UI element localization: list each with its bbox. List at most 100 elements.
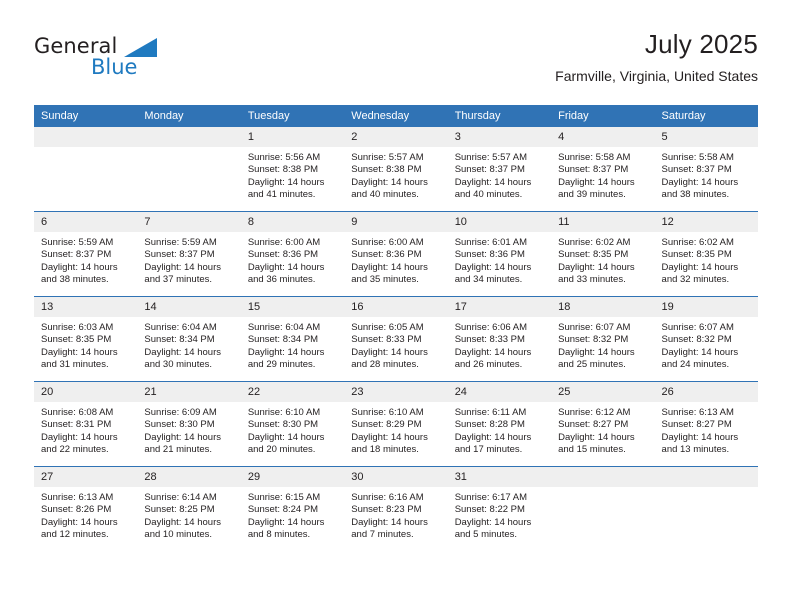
day-cell[interactable]: 20 Sunrise: 6:08 AM Sunset: 8:31 PM Dayligh… [34,381,138,467]
daylight-text-line2: and 31 minutes. [41,359,109,371]
day-cell[interactable]: 7 Sunrise: 5:59 AM Sunset: 8:37 PM Daylight… [137,211,241,297]
day-details [34,147,137,152]
day-cell[interactable]: 14 Sunrise: 6:04 AM Sunset: 8:34 PM Dayligh… [137,296,241,382]
day-number [654,467,758,487]
sunrise-text: Sunrise: 6:00 AM [351,237,424,248]
day-cell[interactable]: 9 Sunrise: 6:00 AM Sunset: 8:36 PM Daylight… [344,211,448,297]
day-details: Sunrise: 6:09 AM Sunset: 8:30 PM Daylight:… [137,402,240,457]
sunrise-text: Sunrise: 5:57 AM [454,152,528,163]
day-details [655,487,758,492]
day-cell[interactable]: 8 Sunrise: 6:00 AM Sunset: 8:36 PM Daylight… [240,211,345,297]
sunrise-text: Sunrise: 6:02 AM [661,237,734,248]
daylight-text-line2: and 7 minutes. [351,529,414,541]
day-details: Sunrise: 6:10 AM Sunset: 8:29 PM Daylight:… [344,402,447,457]
daylight-text-line2: and 34 minutes. [454,274,523,286]
day-cell[interactable]: 24 Sunrise: 6:11 AM Sunset: 8:28 PM Dayligh… [447,381,552,467]
sunrise-text: Sunrise: 5:58 AM [558,152,631,163]
daylight-text-line1: Daylight: 14 hours [454,176,532,188]
day-number: 2 [344,127,448,147]
day-details: Sunrise: 6:02 AM Sunset: 8:35 PM Daylight:… [655,232,758,287]
day-details: Sunrise: 6:14 AM Sunset: 8:25 PM Daylight:… [137,487,240,542]
day-cell[interactable]: 11 Sunrise: 6:02 AM Sunset: 8:35 PM Dayligh… [551,211,655,297]
day-number: 24 [447,382,552,402]
day-cell[interactable]: 18 Sunrise: 6:07 AM Sunset: 8:32 PM Dayligh… [551,296,655,382]
day-cell[interactable]: 16 Sunrise: 6:05 AM Sunset: 8:33 PM Dayligh… [344,296,448,382]
calendar-header-row: Sunday Monday Tuesday Wednesday Thursday… [34,105,758,127]
day-number: 21 [137,382,241,402]
day-cell[interactable]: 10 Sunrise: 6:01 AM Sunset: 8:36 PM Dayligh… [447,211,552,297]
day-cell[interactable]: 2 Sunrise: 5:57 AM Sunset: 8:38 PM Daylight… [344,127,448,212]
sunrise-text: Sunrise: 6:13 AM [661,407,734,418]
sunrise-text: Sunrise: 6:07 AM [661,322,734,333]
day-cell[interactable]: 30 Sunrise: 6:16 AM Sunset: 8:23 PM Dayligh… [344,466,448,551]
daylight-text-line1: Daylight: 14 hours [454,346,532,358]
day-cell[interactable]: 6 Sunrise: 5:59 AM Sunset: 8:37 PM Daylight… [34,211,138,297]
sunset-text: Sunset: 8:38 PM [351,164,422,176]
daylight-text-line2: and 5 minutes. [454,529,518,541]
day-cell[interactable]: 19 Sunrise: 6:07 AM Sunset: 8:32 PM Dayligh… [654,296,758,382]
daylight-text-line1: Daylight: 14 hours [144,431,221,443]
sunrise-text: Sunrise: 6:15 AM [247,492,321,503]
day-number: 15 [240,297,345,317]
sunrise-text: Sunrise: 6:02 AM [558,237,631,248]
day-cell[interactable]: 21 Sunrise: 6:09 AM Sunset: 8:30 PM Dayligh… [137,381,241,467]
daylight-text-line2: and 18 minutes. [351,444,419,456]
weekday-header-saturday: Saturday [654,105,758,127]
day-cell[interactable]: 31 Sunrise: 6:17 AM Sunset: 8:22 PM Dayligh… [447,466,552,551]
daylight-text-line2: and 20 minutes. [247,444,316,456]
daylight-text-line2: and 32 minutes. [661,274,730,286]
day-cell[interactable]: 26 Sunrise: 6:13 AM Sunset: 8:27 PM Dayligh… [654,381,758,467]
day-cell[interactable]: 5 Sunrise: 5:58 AM Sunset: 8:37 PM Daylight… [654,127,758,212]
sunrise-text: Sunrise: 6:12 AM [558,407,631,418]
day-cell[interactable]: 1 Sunrise: 5:56 AM Sunset: 8:38 PM Daylight… [240,127,345,212]
daylight-text-line1: Daylight: 14 hours [247,176,325,188]
day-number: 3 [447,127,552,147]
daylight-text-line2: and 10 minutes. [144,529,213,541]
daylight-text-line1: Daylight: 14 hours [247,516,325,528]
sunset-text: Sunset: 8:28 PM [454,419,525,431]
day-number: 18 [551,297,655,317]
day-number: 14 [137,297,241,317]
daylight-text-line1: Daylight: 14 hours [41,431,118,443]
daylight-text-line1: Daylight: 14 hours [661,346,739,358]
sunrise-sunset-calendar-table: Sunday Monday Tuesday Wednesday Thursday… [34,105,758,551]
day-number: 28 [137,467,241,487]
day-number [137,127,241,147]
day-cell[interactable]: 29 Sunrise: 6:15 AM Sunset: 8:24 PM Dayligh… [240,466,345,551]
week-row: 27 Sunrise: 6:13 AM Sunset: 8:26 PM Dayligh… [34,466,758,551]
day-cell[interactable]: 15 Sunrise: 6:04 AM Sunset: 8:34 PM Dayligh… [240,296,345,382]
day-cell[interactable] [551,466,655,551]
daylight-text-line1: Daylight: 14 hours [454,516,532,528]
day-cell[interactable]: 27 Sunrise: 6:13 AM Sunset: 8:26 PM Dayligh… [34,466,138,551]
page-subtitle: Farmville, Virginia, United States [555,68,758,84]
weekday-header-thursday: Thursday [447,105,552,127]
day-cell[interactable]: 12 Sunrise: 6:02 AM Sunset: 8:35 PM Dayligh… [654,211,758,297]
daylight-text-line2: and 15 minutes. [558,444,626,456]
daylight-text-line1: Daylight: 14 hours [351,261,428,273]
daylight-text-line1: Daylight: 14 hours [558,261,635,273]
sunrise-text: Sunrise: 6:07 AM [558,322,631,333]
sunrise-text: Sunrise: 6:04 AM [144,322,217,333]
sunset-text: Sunset: 8:34 PM [144,334,215,346]
day-cell[interactable]: 25 Sunrise: 6:12 AM Sunset: 8:27 PM Dayligh… [551,381,655,467]
daylight-text-line2: and 28 minutes. [351,359,419,371]
day-cell[interactable] [137,127,241,212]
day-number: 26 [654,382,758,402]
title-block: July 2025 Farmville, Virginia, United St… [555,28,758,85]
day-cell[interactable] [34,127,138,212]
day-cell[interactable]: 28 Sunrise: 6:14 AM Sunset: 8:25 PM Dayligh… [137,466,241,551]
day-cell[interactable]: 23 Sunrise: 6:10 AM Sunset: 8:29 PM Dayligh… [344,381,448,467]
day-cell[interactable]: 3 Sunrise: 5:57 AM Sunset: 8:37 PM Daylight… [447,127,552,212]
day-cell[interactable]: 17 Sunrise: 6:06 AM Sunset: 8:33 PM Dayligh… [447,296,552,382]
day-number: 19 [654,297,758,317]
day-number: 23 [344,382,448,402]
day-cell[interactable]: 4 Sunrise: 5:58 AM Sunset: 8:37 PM Daylight… [551,127,655,212]
day-details [551,487,654,492]
day-cell[interactable]: 22 Sunrise: 6:10 AM Sunset: 8:30 PM Dayligh… [240,381,345,467]
day-cell[interactable] [654,466,758,551]
sunrise-text: Sunrise: 5:58 AM [661,152,734,163]
sunrise-text: Sunrise: 6:05 AM [351,322,424,333]
daylight-text-line1: Daylight: 14 hours [558,346,635,358]
day-details: Sunrise: 6:00 AM Sunset: 8:36 PM Daylight:… [344,232,447,287]
day-cell[interactable]: 13 Sunrise: 6:03 AM Sunset: 8:35 PM Dayligh… [34,296,138,382]
